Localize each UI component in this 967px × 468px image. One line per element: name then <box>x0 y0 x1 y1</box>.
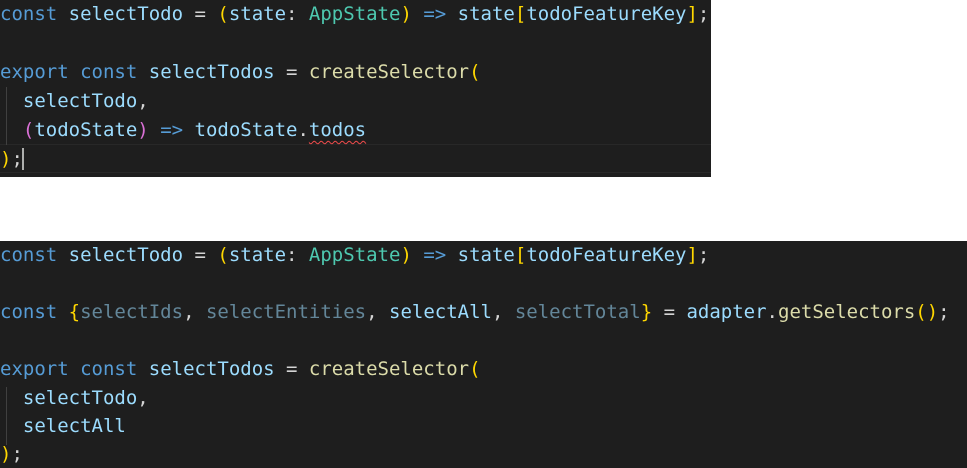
operator: : <box>286 3 309 25</box>
bracket: ) <box>0 148 12 170</box>
identifier: selectTodos <box>148 358 275 380</box>
bracket: ( <box>469 358 481 380</box>
code-line-1: const selectTodo = (state: AppState) => … <box>0 241 709 270</box>
function-name: createSelector <box>308 61 470 83</box>
bracket: ) <box>400 244 412 266</box>
identifier: selectTodos <box>148 61 275 83</box>
keyword: export <box>0 61 69 83</box>
identifier: selectAll <box>389 301 492 323</box>
bracket: { <box>68 301 81 323</box>
operator: = <box>274 358 309 380</box>
code-editor-top[interactable]: const selectTodo = (state: AppState) => … <box>0 0 711 177</box>
operator: = <box>183 3 218 25</box>
code-line-4: selectTodo, <box>0 87 149 116</box>
unused-identifier: selectIds <box>80 301 184 323</box>
identifier: selectAll <box>22 415 126 437</box>
type-name: AppState <box>308 244 401 266</box>
identifier: selectTodo <box>22 90 138 112</box>
semicolon: ; <box>697 244 710 266</box>
identifier: todoFeatureKey <box>526 244 687 266</box>
identifier: adapter <box>686 301 767 323</box>
comma: , <box>137 387 149 409</box>
bracket: [ <box>514 3 527 25</box>
operator: . <box>766 301 778 323</box>
code-line-7: selectAll <box>0 412 126 441</box>
bracket: ( <box>217 244 229 266</box>
bracket: ( <box>22 119 35 141</box>
code-line-3: export const selectTodos = createSelecto… <box>0 58 481 87</box>
bracket: ] <box>686 3 698 25</box>
operator: : <box>286 244 309 266</box>
code-line-8: ); <box>0 440 23 468</box>
code-line-5: (todoState) => todoState.todos <box>0 116 366 145</box>
text-cursor <box>21 148 24 170</box>
bracket: ) <box>0 443 12 465</box>
code-line-3: const {selectIds, selectEntities, select… <box>0 298 950 327</box>
code-line-1: const selectTodo = (state: AppState) => … <box>0 0 709 29</box>
keyword: const <box>80 358 138 380</box>
comma: , <box>366 301 389 323</box>
identifier: todoFeatureKey <box>526 3 687 25</box>
unused-identifier: selectEntities <box>205 301 367 323</box>
semicolon: ; <box>11 443 23 465</box>
arrow-operator: => <box>411 3 458 25</box>
keyword: export <box>0 358 69 380</box>
semicolon: ; <box>938 301 950 323</box>
identifier: selectTodo <box>22 387 138 409</box>
code-line-6: ); <box>0 145 24 174</box>
bracket: ( <box>217 3 229 25</box>
keyword: const <box>0 301 58 323</box>
keyword: const <box>0 244 58 266</box>
parameter: state <box>228 244 287 266</box>
bracket: ) <box>400 3 412 25</box>
bracket: ) <box>137 119 149 141</box>
identifier: state <box>457 244 515 266</box>
bracket: [ <box>514 244 527 266</box>
error-squiggle-property[interactable]: todos <box>309 119 366 141</box>
bracket: ( <box>469 61 481 83</box>
operator: = <box>274 61 309 83</box>
parameter: todoState <box>34 119 138 141</box>
identifier: todoState <box>194 119 298 141</box>
comma: , <box>183 301 206 323</box>
type-name: AppState <box>308 3 401 25</box>
bracket: () <box>915 301 939 323</box>
parameter: state <box>228 3 287 25</box>
identifier: selectTodo <box>68 244 184 266</box>
comma: , <box>137 90 149 112</box>
keyword: const <box>0 3 58 25</box>
bracket: } <box>640 301 653 323</box>
identifier: selectTodo <box>68 3 184 25</box>
keyword: const <box>80 61 138 83</box>
comma: , <box>491 301 515 323</box>
operator: = <box>652 301 687 323</box>
bracket: ] <box>686 244 698 266</box>
function-name: getSelectors <box>778 301 916 323</box>
arrow-operator: => <box>148 119 195 141</box>
identifier: state <box>457 3 515 25</box>
current-line-highlight <box>0 144 711 173</box>
operator: . <box>297 119 309 141</box>
code-line-5: export const selectTodos = createSelecto… <box>0 355 481 384</box>
code-editor-bottom[interactable]: const selectTodo = (state: AppState) => … <box>0 241 967 468</box>
semicolon: ; <box>697 3 710 25</box>
operator: = <box>183 244 218 266</box>
unused-identifier: selectTotal <box>514 301 641 323</box>
code-line-6: selectTodo, <box>0 384 149 413</box>
function-name: createSelector <box>308 358 470 380</box>
arrow-operator: => <box>411 244 458 266</box>
